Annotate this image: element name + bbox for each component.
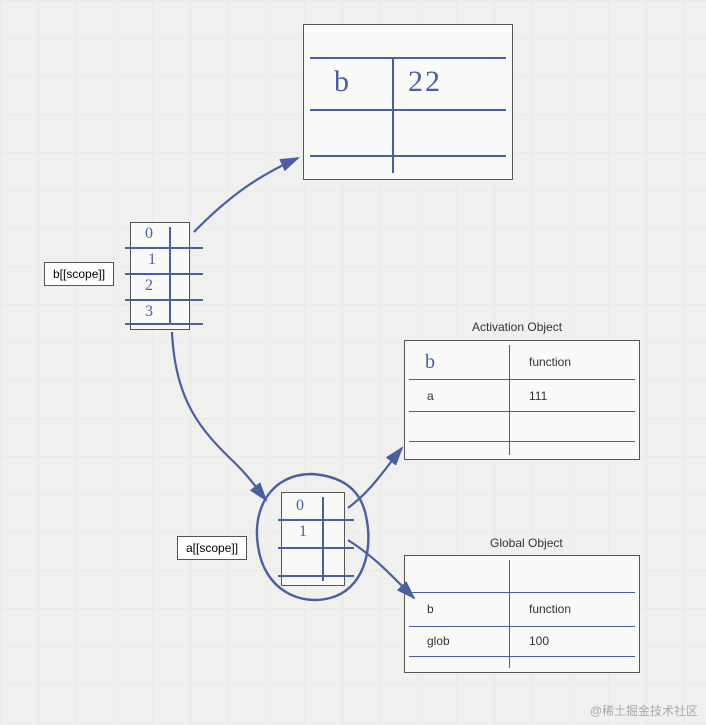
b-scope-index-table: 0 1 2 3 [130,222,190,330]
global-object-title: Global Object [490,536,563,550]
a-mini-1: 1 [299,523,307,541]
b-scope-text: b[[scope]] [53,267,105,281]
ao-r0-key: b [425,351,435,374]
top-value: 22 [408,65,442,99]
a-scope-text: a[[scope]] [186,541,238,555]
b-mini-3: 3 [145,303,153,321]
go-r1-key: glob [427,634,450,648]
activation-object-table: b function a 111 [404,340,640,460]
b-mini-2: 2 [145,277,153,295]
ao-r0-val: function [529,355,571,369]
top-variable-table: b 22 [303,24,513,180]
b-mini-1: 1 [148,251,156,269]
top-key: b [334,65,349,99]
b-mini-0: 0 [145,225,153,243]
watermark: @稀土掘金技术社区 [590,702,698,719]
go-r1-val: 100 [529,634,549,648]
a-scope-index-table: 0 1 [281,492,345,586]
activation-object-title: Activation Object [472,320,562,334]
b-scope-label: b[[scope]] [44,262,114,286]
ao-r1-key: a [427,389,434,403]
global-object-table: b function glob 100 [404,555,640,673]
go-r0-val: function [529,602,571,616]
a-mini-0: 0 [296,497,304,515]
go-r0-key: b [427,602,434,616]
ao-r1-val: 111 [529,389,547,403]
a-scope-label: a[[scope]] [177,536,247,560]
